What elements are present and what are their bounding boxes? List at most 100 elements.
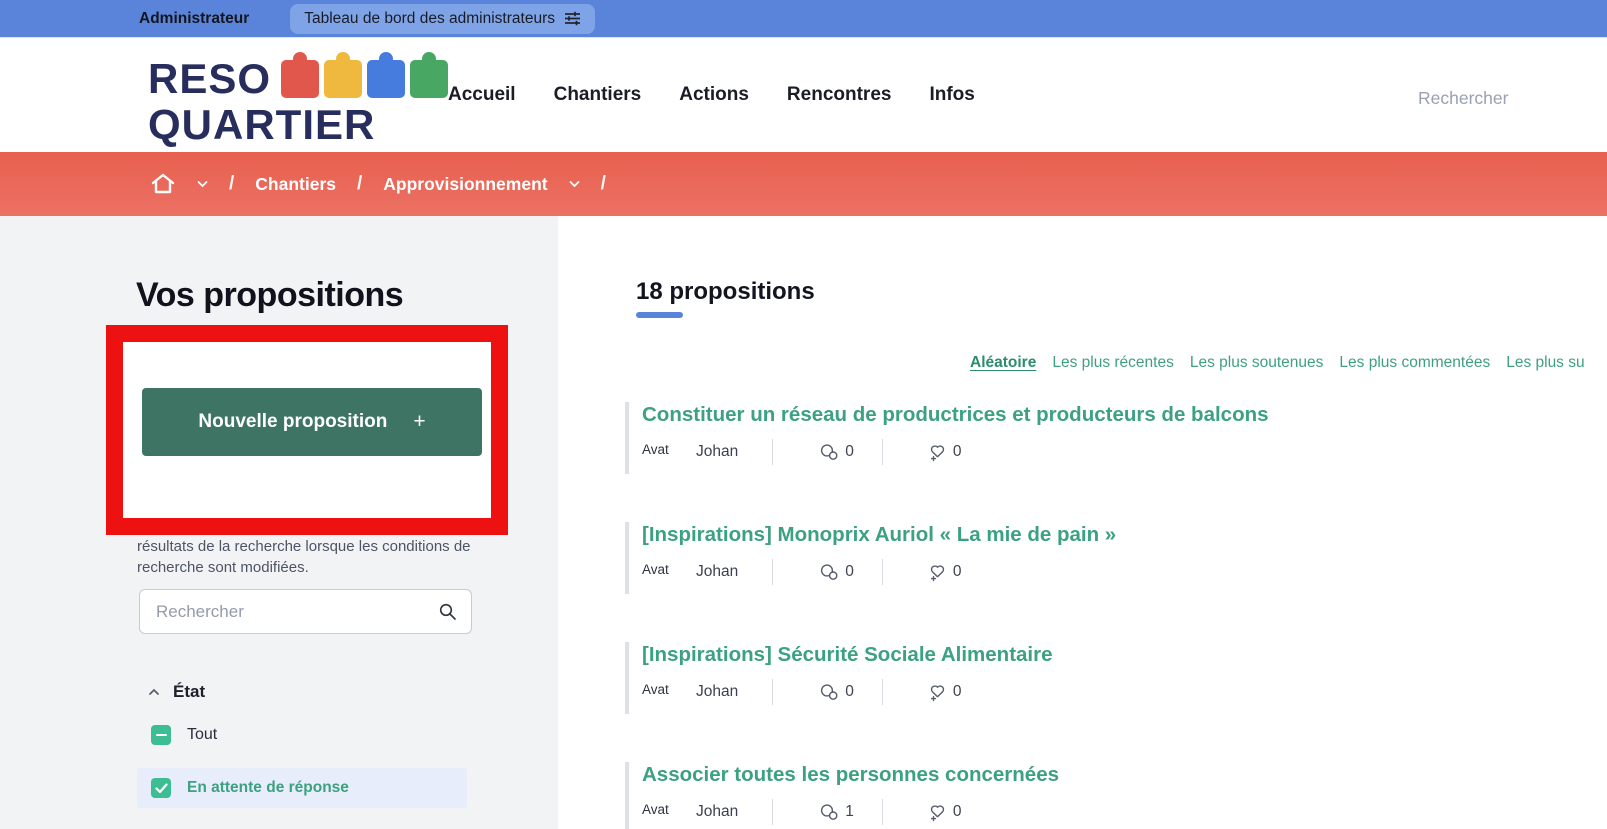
checkbox-checked-icon[interactable] [151,778,171,798]
search-icon[interactable] [438,602,457,621]
endorsements-count: 0 [927,443,962,462]
results-count-heading: 18 propositions [636,278,815,305]
meta-divider [772,799,774,825]
chevron-down-icon[interactable] [569,180,580,188]
plus-icon: + [413,410,426,433]
site-logo[interactable]: RESO QUARTIER [148,52,449,148]
meta-divider [772,679,774,705]
admin-role-label: Administrateur [139,9,250,27]
results-underline [636,312,683,318]
annotation-box: Nouvelle proposition + [106,325,508,535]
endorsements-count: 0 [927,563,961,582]
author-name[interactable]: Johan [696,563,738,581]
filter-option-tout[interactable]: Tout [151,725,217,745]
proposal-card: Associer toutes les personnes concernées… [625,762,1545,829]
filter-option-en-attente[interactable]: En attente de réponse [137,768,467,808]
proposal-title-link[interactable]: [Inspirations] Monoprix Auriol « La mie … [642,522,1545,548]
sort-option-commentees[interactable]: Les plus commentées [1339,354,1490,372]
admin-dashboard-button-label: Tableau de bord des administrateurs [304,9,555,27]
heart-plus-icon [927,683,947,702]
endorsements-count: 0 [927,803,962,822]
comments-count-value: 0 [845,683,854,700]
breadcrumb-separator: / [600,173,606,194]
sort-option-recentes[interactable]: Les plus récentes [1052,354,1174,372]
comments-count-value: 1 [845,803,854,820]
avatar: Avatar [642,442,669,462]
site-header: RESO QUARTIER Accueil Chantiers Actions … [0,38,1607,152]
comments-icon [819,443,839,462]
heart-plus-icon [927,563,947,582]
proposal-title-link[interactable]: [Inspirations] Sécurité Sociale Alimenta… [642,642,1545,668]
breadcrumb-separator: / [357,173,363,194]
heart-plus-icon [927,803,947,822]
proposal-card: Constituer un réseau de productrices et … [625,402,1545,474]
endorsements-count-value: 0 [952,803,962,820]
breadcrumb-home-link[interactable] [150,172,176,196]
sort-option-soutenues[interactable]: Les plus soutenues [1190,354,1324,372]
nav-item-rencontres[interactable]: Rencontres [787,84,892,106]
nav-item-actions[interactable]: Actions [679,84,749,106]
chevron-down-icon[interactable] [197,180,208,188]
avatar: Avatar [642,562,669,582]
proposal-meta: Avatar Johan 0 [642,559,1545,585]
avatar: Avatar [642,802,669,822]
state-filter-toggle[interactable]: État [148,682,205,702]
sidebar-search-input[interactable] [156,601,438,622]
sort-option-aleatoire[interactable]: Aléatoire [970,354,1036,372]
author-name[interactable]: Johan [696,443,738,461]
comments-count: 0 [819,443,854,462]
sort-option-suivies[interactable]: Les plus su [1506,354,1584,372]
breadcrumb-item-approvisionnement[interactable]: Approvisionnement [383,174,547,195]
endorsements-count: 0 [927,683,962,702]
proposals-main: 18 propositions Aléatoire Les plus récen… [558,216,1607,829]
comments-icon [819,803,839,822]
home-icon [150,172,176,196]
proposal-meta: Avatar Johan 0 [642,439,1545,465]
endorsements-count-value: 0 [952,683,962,700]
meta-divider [881,799,883,825]
heart-plus-icon [927,443,947,462]
proposal-title-link[interactable]: Constituer un réseau de productrices et … [642,402,1545,428]
avatar: Avatar [642,682,669,702]
new-proposal-button-label: Nouvelle proposition [198,411,388,432]
proposal-meta: Avatar Johan 0 [642,679,1545,705]
proposal-card: [Inspirations] Monoprix Auriol « La mie … [625,522,1545,594]
nav-item-chantiers[interactable]: Chantiers [554,84,642,106]
meta-divider [772,439,774,465]
sidebar-title: Vos propositions [136,276,404,314]
breadcrumb-item-chantiers[interactable]: Chantiers [255,174,336,195]
endorsements-count-value: 0 [952,443,962,460]
header-search-field[interactable]: Rechercher [1418,88,1508,109]
logo-text-line1: RESO [148,55,272,102]
sliders-icon [564,10,581,27]
comments-count: 0 [819,683,854,702]
filters-sidebar: Vos propositions Le formulaire ci-dessou… [0,216,558,829]
main-nav: Accueil Chantiers Actions Rencontres Inf… [448,38,975,152]
comments-icon [819,683,839,702]
logo-text-line2: QUARTIER [148,101,376,148]
meta-divider [881,559,883,585]
author-name[interactable]: Johan [696,803,738,821]
filter-option-label: En attente de réponse [187,779,349,796]
proposal-title-link[interactable]: Associer toutes les personnes concernées [642,762,1545,788]
chevron-up-icon [148,688,160,696]
proposal-meta: Avatar Johan 1 [642,799,1545,825]
comments-count: 1 [819,803,854,822]
nav-item-accueil[interactable]: Accueil [448,84,516,106]
breadcrumb-separator: / [229,173,235,194]
new-proposal-button[interactable]: Nouvelle proposition + [142,388,482,456]
meta-divider [881,439,883,465]
comments-count-value: 0 [845,443,854,460]
meta-divider [772,559,774,585]
breadcrumb: / Chantiers / Approvisionnement / [0,152,1607,216]
nav-item-infos[interactable]: Infos [929,84,974,106]
admin-top-bar: Administrateur Tableau de bord des admin… [0,0,1607,38]
comments-icon [819,563,839,582]
author-name[interactable]: Johan [696,683,738,701]
comments-count: 0 [819,563,854,582]
meta-divider [881,679,883,705]
checkbox-indeterminate-icon[interactable] [151,725,171,745]
comments-count-value: 0 [845,563,854,580]
admin-dashboard-button[interactable]: Tableau de bord des administrateurs [290,3,595,34]
proposal-list: Constituer un réseau de productrices et … [625,402,1545,829]
